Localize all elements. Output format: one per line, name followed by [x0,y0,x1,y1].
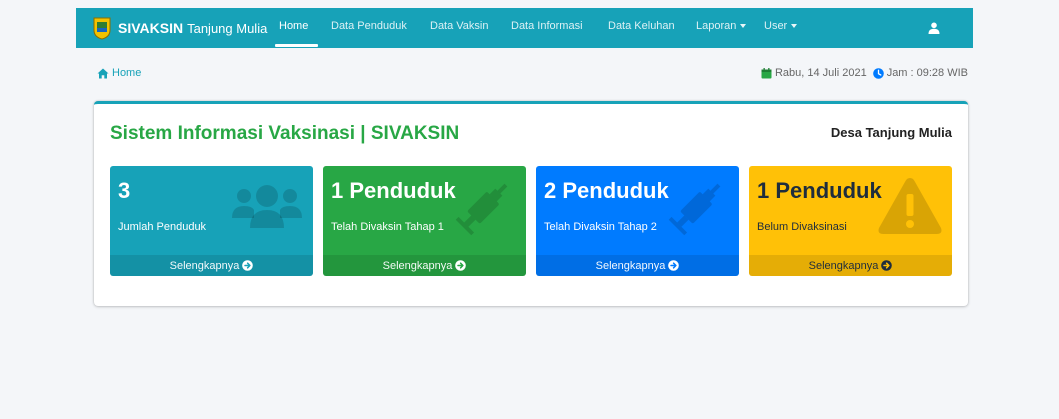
more-info-label: Selengkapnya [382,259,453,272]
stat-value: 2 Penduduk [544,178,669,203]
stat-value: 1 Penduduk [331,178,456,203]
stat-label: Telah Divaksin Tahap 2 [544,221,657,233]
more-info-label: Selengkapnya [169,259,240,272]
stat-label: Telah Divaksin Tahap 1 [331,221,444,233]
dashboard-card: Sistem Informasi Vaksinasi | SIVAKSIN De… [94,101,968,306]
nav-user-label: User [764,20,788,32]
home-icon [97,68,109,78]
nav-home[interactable]: Home [279,20,308,32]
warning-icon [878,178,942,234]
brand-location: Tanjung Mulia [187,20,268,36]
nav-laporan-label: Laporan [696,20,737,32]
syringe-icon [455,183,508,236]
more-info-label: Selengkapnya [595,259,666,272]
logo-icon [93,17,111,40]
brand-link[interactable]: SIVAKSIN Tanjung Mulia [92,15,267,41]
current-time: Jam : 09:28 WIB [886,67,968,79]
current-date: Rabu, 14 Juli 2021 [774,67,867,79]
datetime-display: Rabu, 14 Juli 2021 Jam : 09:28 WIB [761,67,968,79]
nav-data-vaksin[interactable]: Data Vaksin [430,20,489,32]
more-info-label: Selengkapnya [808,259,879,272]
brand-name: SIVAKSIN [118,20,184,36]
nav-data-informasi[interactable]: Data Informasi [511,20,583,32]
more-info-link[interactable]: Selengkapnya [536,255,739,276]
breadcrumb[interactable]: Home [97,67,141,79]
syringe-icon [668,183,721,236]
page-title: Sistem Informasi Vaksinasi | SIVAKSIN [110,123,460,144]
stat-box-vaccinated-stage-2: 2 Penduduk Telah Divaksin Tahap 2 Seleng… [536,166,739,276]
top-navbar: SIVAKSIN Tanjung Mulia Home Data Pendudu… [76,8,973,48]
chevron-down-icon [791,24,798,29]
calendar-icon [761,67,772,78]
more-info-link[interactable]: Selengkapnya [323,255,526,276]
more-info-link[interactable]: Selengkapnya [749,255,952,276]
user-icon[interactable] [928,22,940,34]
breadcrumb-home: Home [112,67,142,79]
active-tab-indicator [275,44,318,47]
stat-label: Belum Divaksinasi [757,221,847,233]
nav-laporan-dropdown[interactable]: Laporan [696,20,747,32]
nav-user-dropdown[interactable]: User [764,20,798,32]
clock-icon [872,67,884,79]
stat-box-total-residents: 3 Jumlah Penduduk Selengkapnya [110,166,313,276]
more-info-link[interactable]: Selengkapnya [110,255,313,276]
nav-data-penduduk[interactable]: Data Penduduk [331,20,407,32]
village-name: Desa Tanjung Mulia [830,125,952,140]
stat-value: 3 [118,178,131,203]
stat-box-vaccinated-stage-1: 1 Penduduk Telah Divaksin Tahap 1 Seleng… [323,166,526,276]
arrow-circle-right-icon [881,260,893,271]
arrow-circle-right-icon [242,260,254,271]
stat-label: Jumlah Penduduk [118,221,207,233]
chevron-down-icon [740,24,747,29]
stat-value: 1 Penduduk [757,178,882,203]
stat-box-not-vaccinated: 1 Penduduk Belum Divaksinasi Selengkapny… [749,166,952,276]
nav-data-keluhan[interactable]: Data Keluhan [608,20,675,32]
arrow-circle-right-icon [455,260,467,271]
users-icon [232,185,302,228]
arrow-circle-right-icon [668,260,680,271]
